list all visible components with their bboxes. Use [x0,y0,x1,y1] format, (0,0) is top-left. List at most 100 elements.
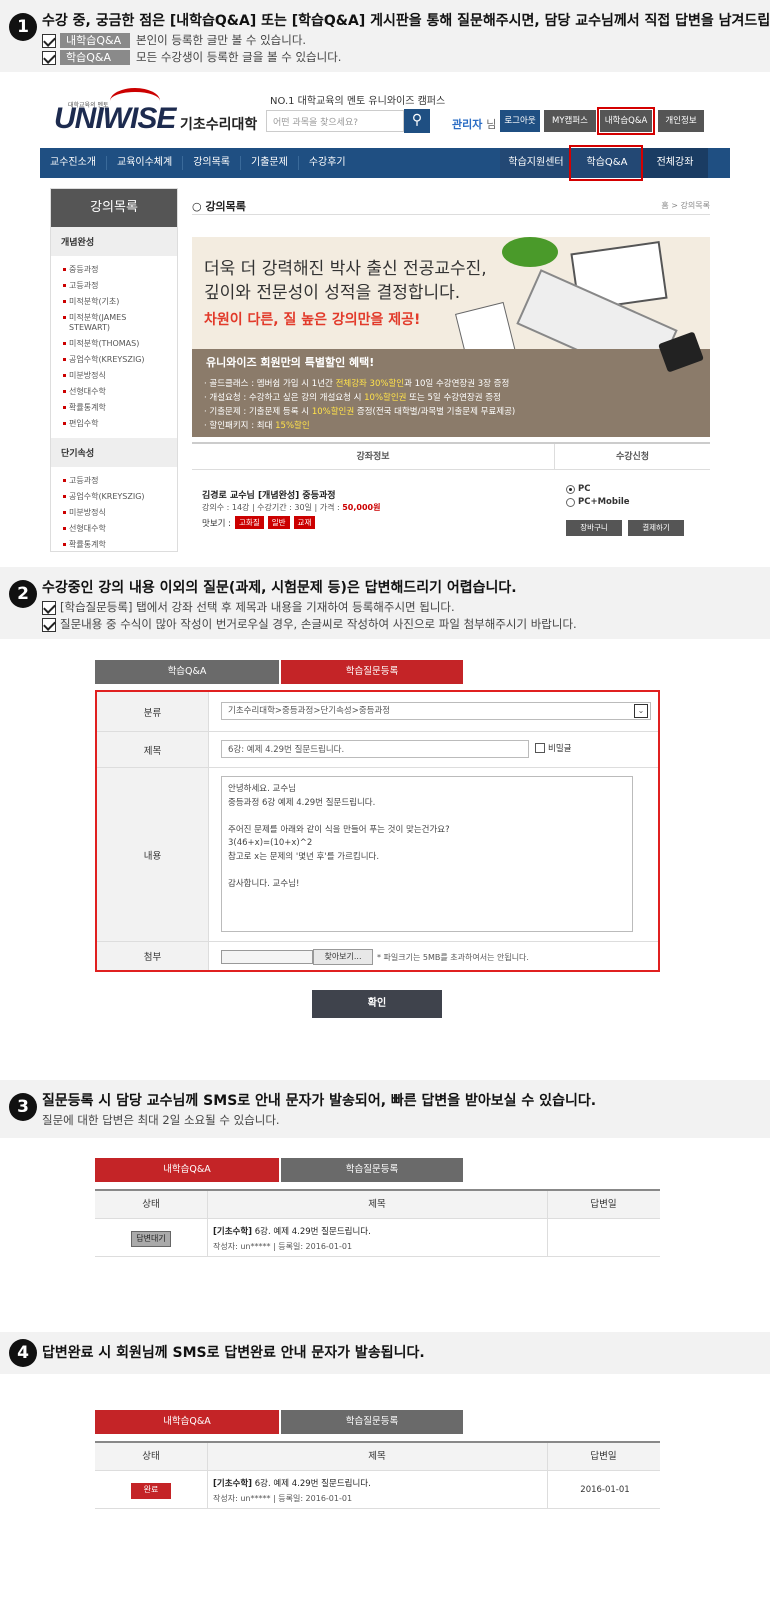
mycampus-button[interactable]: MY캠퍼스 [544,110,596,132]
nav-support[interactable]: 학습지원센터 [500,148,572,178]
chevron-down-icon: ⌄ [634,704,648,718]
plant-illustration [502,237,558,267]
step-line-text: 질문내용 중 수식이 많아 작성이 번거로우실 경우, 손글씨로 작성하여 사진… [60,617,577,631]
sidebar-item[interactable]: 미적분학(기초) [51,294,177,310]
radio-pc[interactable]: PC [566,484,590,494]
divider [192,214,710,215]
sidebar-item[interactable]: 고등과정 [51,473,177,489]
confirm-button[interactable]: 확인 [312,990,442,1018]
form-label: 내용 [97,768,209,941]
tab-my-qa[interactable]: 내학습Q&A [95,1158,279,1182]
check-icon [42,50,56,65]
sidebar-item[interactable]: 미분방정식 [51,368,177,384]
qa-list-table: 상태 제목 답변일 완료 [기초수학] 6강. 예제 4.29번 질문드립니다.… [95,1441,660,1509]
pay-button[interactable]: 결제하기 [628,520,684,536]
file-path-input[interactable] [221,950,313,964]
sidebar-item[interactable]: 중등과정 [51,262,177,278]
question-form: 분류 기초수리대학>중등과정>단기속성>중등과정 ⌄ 제목 6강: 예제 4.29… [95,690,660,972]
step-line-text: [학습질문등록] 탭에서 강좌 선택 후 제목과 내용을 기재하여 등록해주시면… [60,600,455,614]
course-title[interactable]: 김경로 교수님 [개념완성] 중등과정 [202,488,336,501]
benefit-line: · 개설요청 : 수강하고 싶은 강의 개설요청 시 10%할인권 또는 5일 … [204,393,501,403]
form-label: 첨부 [97,942,209,970]
radio-pc-mobile[interactable]: PC+Mobile [566,497,630,507]
sidebar-item[interactable]: 공업수학(KREYSZIG) [51,352,177,368]
step-number: 3 [9,1093,37,1121]
sidebar-item[interactable]: 선형대수학 [51,384,177,400]
nav-all-courses[interactable]: 전체강좌 [642,148,708,178]
promo-banner[interactable]: 더욱 더 강력해진 박사 출신 전공교수진, 깊이와 전문성이 성적을 결정합니다… [192,237,710,437]
nav-item[interactable]: 강의목록 [183,156,242,170]
form-row-content: 내용 안녕하세요. 교수님 중등과정 6강 예제 4.29번 질문드립니다. 주… [97,768,658,942]
tab-register[interactable]: 학습질문등록 [281,660,463,684]
sidebar-item[interactable]: 편입수학 [51,416,177,432]
sidebar-category: 단기속성 [51,438,177,467]
tab-my-qa[interactable]: 내학습Q&A [95,1410,279,1434]
tab-register[interactable]: 학습질문등록 [281,1158,463,1182]
row-title[interactable]: [기초수학] 6강. 예제 4.29번 질문드립니다. [213,1477,371,1489]
content-textarea[interactable]: 안녕하세요. 교수님 중등과정 6강 예제 4.29번 질문드립니다. 주어진 … [221,776,633,932]
step-line-text: 모든 수강생이 등록한 글을 볼 수 있습니다. [136,50,342,64]
browse-button[interactable]: 찾아보기... [313,949,373,965]
category-select[interactable]: 기초수리대학>중등과정>단기속성>중등과정 ⌄ [221,702,651,720]
step-2-header: 2 수강중인 강의 내용 이외의 질문(과제, 시험문제 등)은 답변해드리기 … [0,567,770,639]
sidebar-item[interactable]: 미적분학(THOMAS) [51,336,177,352]
sidebar-item[interactable]: 선형대수학 [51,521,177,537]
nav-item[interactable]: 기출문제 [241,156,299,170]
check-icon [42,617,56,632]
sidebar-item[interactable]: 확률통계학 [51,537,177,553]
table-row[interactable]: 완료 [기초수학] 6강. 예제 4.29번 질문드립니다. 작성자: un**… [95,1471,660,1509]
nav-item[interactable]: 수강후기 [299,156,356,170]
sidebar-title: 강의목록 [51,189,177,227]
nav-item[interactable]: 교수진소개 [40,156,107,170]
highlight-frame [569,145,643,181]
row-meta: 작성자: un***** | 등록일: 2016-01-01 [213,1242,353,1251]
tab-qa[interactable]: 학습Q&A [95,660,279,684]
sidebar: 강의목록 개념완성 중등과정 고등과정 미적분학(기초) 미적분학(JAMES … [50,188,178,552]
sidebar-item[interactable]: 미적분학(JAMES STEWART) [51,310,177,336]
logout-button[interactable]: 로그아웃 [500,110,540,132]
form-row-title: 제목 6강: 예제 4.29번 질문드립니다. 비밀글 [97,732,658,768]
step-number: 2 [9,580,37,608]
sidebar-item[interactable]: 미분방정식 [51,505,177,521]
page-title: ○ 강의목록 [192,200,246,213]
site-slogan: NO.1 대학교육의 멘토 유니와이즈 캠퍼스 [270,96,446,107]
highlight-frame [597,107,655,135]
tag-label: 내학습Q&A [60,33,130,48]
preview-hq[interactable]: 고화질 [235,516,264,529]
profile-button[interactable]: 개인정보 [658,110,704,132]
search-icon[interactable]: ⚲ [404,109,430,133]
step-sub: 질문에 대한 답변은 최대 2일 소요될 수 있습니다. [42,1113,280,1127]
secret-checkbox[interactable]: 비밀글 [535,742,571,754]
step-title: 수강 중, 궁금한 점은 [내학습Q&A] 또는 [학습Q&A] 게시판을 통해… [42,13,770,29]
sidebar-list: 고등과정 공업수학(KREYSZIG) 미분방정식 선형대수학 확률통계학 [51,467,177,559]
preview-normal[interactable]: 일반 [267,516,290,529]
site-logo[interactable]: UNIWISE [54,102,176,136]
step-4-header: 4 답변완료 시 회원님께 SMS로 답변완료 안내 문자가 발송됩니다. [0,1332,770,1374]
sidebar-item[interactable]: 고등과정 [51,278,177,294]
univ-name: 기초수리대학 [180,117,258,133]
step-number: 4 [9,1339,37,1367]
sidebar-item[interactable]: 확률통계학 [51,400,177,416]
site-screenshot: 대학교육의 멘토 UNIWISE 기초수리대학 NO.1 대학교육의 멘토 유니… [40,82,730,552]
nav-item[interactable]: 교육이수체계 [107,156,184,170]
admin-name: 관리자 님 [452,118,497,131]
tab-register[interactable]: 학습질문등록 [281,1410,463,1434]
step-line: 학습Q&A 모든 수강생이 등록한 글을 볼 수 있습니다. [42,49,760,66]
table-row[interactable]: 답변대기 [기초수학] 6강. 예제 4.29번 질문드립니다. 작성자: un… [95,1219,660,1257]
check-icon [42,33,56,48]
step-title: 답변완료 시 회원님께 SMS로 답변완료 안내 문자가 발송됩니다. [42,1345,425,1361]
title-input[interactable]: 6강: 예제 4.29번 질문드립니다. [221,740,529,758]
file-size-note: * 파일크기는 5MB를 초과하여서는 안됩니다. [377,953,529,962]
banner-subheadline: 차원이 다른, 질 높은 강의만을 제공! [204,312,421,328]
step-title: 수강중인 강의 내용 이외의 질문(과제, 시험문제 등)은 답변해드리기 어렵… [42,580,517,596]
search-input[interactable]: 어떤 과목을 찾으세요? [266,110,404,132]
benefit-line: · 기출문제 : 기출문제 등록 시 10%할인권 증정(전국 대학별/과목별 … [204,407,516,417]
row-title[interactable]: [기초수학] 6강. 예제 4.29번 질문드립니다. [213,1225,371,1237]
form-label: 분류 [97,692,209,731]
sidebar-item[interactable]: 공업수학(KREYSZIG) [51,489,177,505]
table-header: 상태 제목 답변일 [95,1443,660,1471]
status-badge: 답변대기 [131,1231,171,1247]
cart-button[interactable]: 장바구니 [566,520,622,536]
tag-label: 학습Q&A [60,50,130,65]
preview-textbook[interactable]: 교재 [293,516,316,529]
